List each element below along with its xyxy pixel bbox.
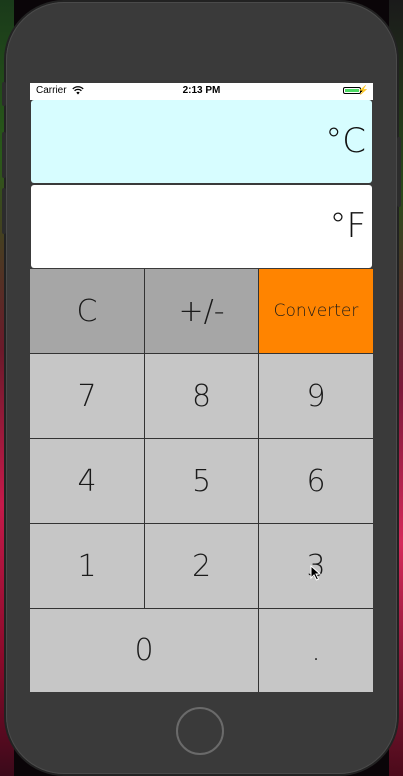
digit-1-button[interactable]: 1 (30, 524, 145, 609)
status-time: 2:13 PM (182, 85, 221, 96)
home-button[interactable] (176, 707, 224, 755)
power-button (397, 137, 401, 207)
digit-6-button[interactable]: 6 (259, 439, 373, 524)
celsius-display[interactable]: °C (31, 100, 372, 183)
volume-down-button (2, 188, 6, 234)
digit-9-button[interactable]: 9 (259, 354, 373, 439)
charging-bolt-icon: ⚡ (357, 85, 369, 95)
digit-8-button[interactable]: 8 (145, 354, 259, 439)
mouse-pointer-icon (310, 565, 322, 581)
digit-0-button[interactable]: 0 (30, 609, 259, 692)
clear-button[interactable]: C (30, 269, 145, 354)
display-area: °C °F (30, 100, 373, 269)
converter-button[interactable]: Converter (259, 269, 373, 354)
digit-5-button[interactable]: 5 (145, 439, 259, 524)
plus-minus-button[interactable]: +/- (145, 269, 259, 354)
fahrenheit-display[interactable]: °F (31, 185, 372, 268)
volume-up-button (2, 132, 6, 178)
digit-7-button[interactable]: 7 (30, 354, 145, 439)
status-bar: Carrier 2:13 PM ⚡ (30, 83, 373, 100)
app-screen: Carrier 2:13 PM ⚡ °C °F C +/- Converter … (30, 83, 373, 692)
decimal-point-button[interactable]: . (259, 609, 373, 692)
digit-4-button[interactable]: 4 (30, 439, 145, 524)
mute-switch (2, 82, 6, 106)
keypad: C +/- Converter 7 8 9 4 5 6 1 2 3 0 . (30, 269, 373, 692)
digit-2-button[interactable]: 2 (145, 524, 259, 609)
